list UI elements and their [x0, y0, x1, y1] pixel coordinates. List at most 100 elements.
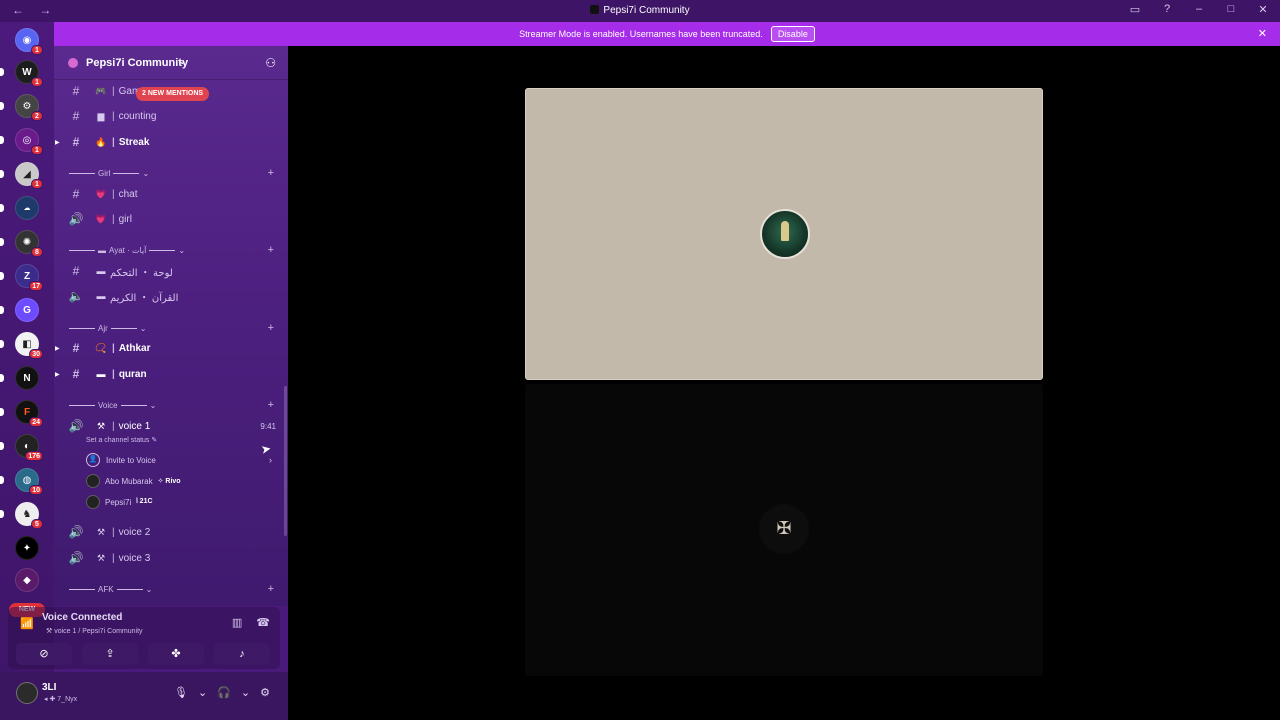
gear-icon[interactable]: ⚙	[260, 686, 270, 699]
home-discord-icon[interactable]: ◉ 1	[15, 28, 43, 55]
channel-chat[interactable]: # 💗 | chat	[62, 183, 280, 205]
channel-streak[interactable]: ▶ # 🔥 | Streak	[55, 131, 280, 153]
server-icon[interactable]: ♞ 5	[15, 502, 43, 529]
signal-icon[interactable]: 📶	[20, 617, 34, 630]
category-ayat[interactable]: ▬ Ayat · آيات ⌄ +	[66, 243, 280, 257]
server-icon[interactable]: ◐ 176	[15, 434, 43, 461]
flag-icon: ▬	[96, 369, 106, 379]
title-bar: ← → Pepsi7i Community ▭ ? – □ ✕	[0, 0, 1280, 22]
server-icon[interactable]: ☁	[15, 196, 39, 220]
speaker-icon: 🔊	[68, 525, 84, 539]
server-icon[interactable]: W1	[15, 60, 43, 87]
server-name: Pepsi7i Community	[86, 57, 189, 69]
user-name[interactable]: 3LI	[42, 682, 56, 693]
close-icon[interactable]: ✕	[1258, 27, 1267, 40]
microphone-icon[interactable]: 🎙	[174, 686, 188, 699]
noise-suppression-icon[interactable]: ▥	[232, 616, 242, 629]
server-icon[interactable]: ◆	[15, 568, 39, 592]
badge: 1	[31, 179, 43, 189]
chevron-down-icon[interactable]: ⌄	[241, 686, 250, 699]
headphones-icon[interactable]: 🎧	[217, 686, 231, 699]
channel-voice-2[interactable]: 🔊 ⚒ | voice 2	[62, 521, 280, 543]
chevron-down-icon[interactable]: ⌄	[178, 56, 186, 67]
channel-voice-3[interactable]: 🔊 ⚒ | voice 3	[62, 547, 280, 569]
channel-label: القرآن ・ الكريم	[110, 292, 179, 304]
channel-athkar[interactable]: ▶ # 📿 | Athkar	[55, 337, 280, 359]
inbox-icon[interactable]: ▭	[1128, 3, 1142, 16]
unread-pill	[0, 238, 4, 246]
channel-voice-1[interactable]: 🔊 ⚒ | voice 1 9:41	[62, 415, 280, 437]
separator: |	[112, 136, 115, 148]
server-icon[interactable]: Z 17	[15, 264, 43, 291]
share-screen-button[interactable]: ⇪	[82, 643, 138, 665]
server-icon[interactable]: ✦	[15, 536, 39, 560]
new-mentions-badge[interactable]: 2 NEW MENTIONS	[136, 87, 210, 101]
activities-button[interactable]: ✤	[148, 643, 204, 665]
add-channel-icon[interactable]: +	[268, 399, 274, 411]
hash-icon: #	[72, 187, 80, 201]
add-channel-icon[interactable]: +	[268, 322, 274, 334]
disconnect-icon[interactable]: ☎	[256, 616, 270, 629]
category-voice[interactable]: Voice ⌄ +	[66, 398, 280, 412]
voice-member-pepsi7i[interactable]: Pepsi7i ⦚ 21C	[86, 493, 153, 511]
add-channel-icon[interactable]: +	[268, 244, 274, 256]
server-icon[interactable]: ◎ 1	[15, 128, 43, 155]
participant-tile[interactable]: ✠	[525, 384, 1043, 676]
participant-tile[interactable]	[525, 88, 1043, 380]
minimize-icon[interactable]: –	[1192, 3, 1206, 16]
set-channel-status[interactable]: Set a channel status ✎	[86, 436, 157, 444]
unread-pill	[0, 306, 4, 314]
server-icon[interactable]: ◧ 30	[15, 332, 43, 359]
help-icon[interactable]: ?	[1160, 3, 1174, 16]
participant-avatar	[760, 209, 810, 259]
separator: |	[112, 188, 115, 200]
soundboard-button[interactable]: ♪	[214, 643, 270, 665]
channel-counting[interactable]: # ▆ | counting	[62, 105, 280, 127]
disable-button[interactable]: Disable	[770, 26, 815, 42]
voice-timer: 9:41	[260, 421, 276, 431]
badge: 2	[31, 111, 43, 121]
scrollbar[interactable]	[284, 386, 287, 536]
server-icon[interactable]: N	[15, 366, 39, 390]
voice-status[interactable]: Voice Connected	[42, 612, 122, 623]
add-channel-icon[interactable]: +	[268, 167, 274, 179]
flag-icon: ▬	[98, 245, 106, 255]
user-avatar[interactable]	[16, 682, 38, 704]
category-afk[interactable]: AFK ⌄ +	[66, 582, 280, 596]
voice-panel-actions: ▥ ☎	[232, 616, 270, 629]
server-icon[interactable]: ✺ 8	[15, 230, 43, 257]
divider	[69, 588, 95, 590]
invite-to-voice[interactable]: 👤 Invite to Voice ›	[86, 451, 276, 469]
streamer-mode-banner: Streamer Mode is enabled. Usernames have…	[54, 22, 1280, 46]
server-icon[interactable]: ◍ 10	[15, 468, 43, 495]
member-tag-text: 21C	[139, 498, 153, 505]
game-controller-icon: 🎮	[95, 85, 107, 96]
invite-people-icon[interactable]: ⚇	[265, 56, 276, 70]
camera-off-button[interactable]: ⊘	[16, 643, 72, 665]
category-ajr[interactable]: Ajr ⌄ +	[66, 321, 280, 335]
category-girl[interactable]: Girl ⌄ +	[66, 166, 280, 180]
channel-ar-quran[interactable]: 🔈 ▬ القرآن ・ الكريم	[62, 285, 280, 307]
server-header[interactable]: Pepsi7i Community ⌄ ⚇	[54, 46, 288, 80]
server-icon[interactable]: ◢ 1	[15, 162, 43, 189]
divider	[69, 404, 95, 406]
voice-member-abo-mubarak[interactable]: Abo Mubarak ✧ Rivo	[86, 472, 181, 490]
voice-location[interactable]: ⚒ voice 1 / Pepsi7i Community	[46, 627, 143, 635]
window-title-text: Pepsi7i Community	[603, 5, 690, 16]
add-channel-icon[interactable]: +	[268, 583, 274, 595]
unread-pill	[0, 408, 4, 416]
invite-label: Invite to Voice	[106, 455, 156, 465]
close-window-icon[interactable]: ✕	[1256, 3, 1270, 16]
channel-sidebar: Pepsi7i Community ⌄ ⚇ # 🎮 | Gam 2 NEW MENTI…	[54, 46, 288, 606]
channel-ar-board[interactable]: # ▬ لوحة ・ التحكم	[62, 260, 280, 282]
server-icon[interactable]: ⚙ 2	[15, 94, 43, 121]
member-name: Abo Mubarak	[105, 476, 153, 486]
divider	[149, 249, 176, 251]
server-icon[interactable]: F 24	[15, 400, 43, 427]
channel-girl[interactable]: 🔊 💗 | girl	[62, 208, 280, 230]
channel-quran[interactable]: ▶ # ▬ | quran	[55, 363, 280, 385]
chevron-down-icon[interactable]: ⌄	[198, 686, 207, 699]
maximize-icon[interactable]: □	[1224, 3, 1238, 16]
flag-icon: ▬	[96, 266, 106, 276]
server-icon[interactable]: G	[15, 298, 39, 322]
